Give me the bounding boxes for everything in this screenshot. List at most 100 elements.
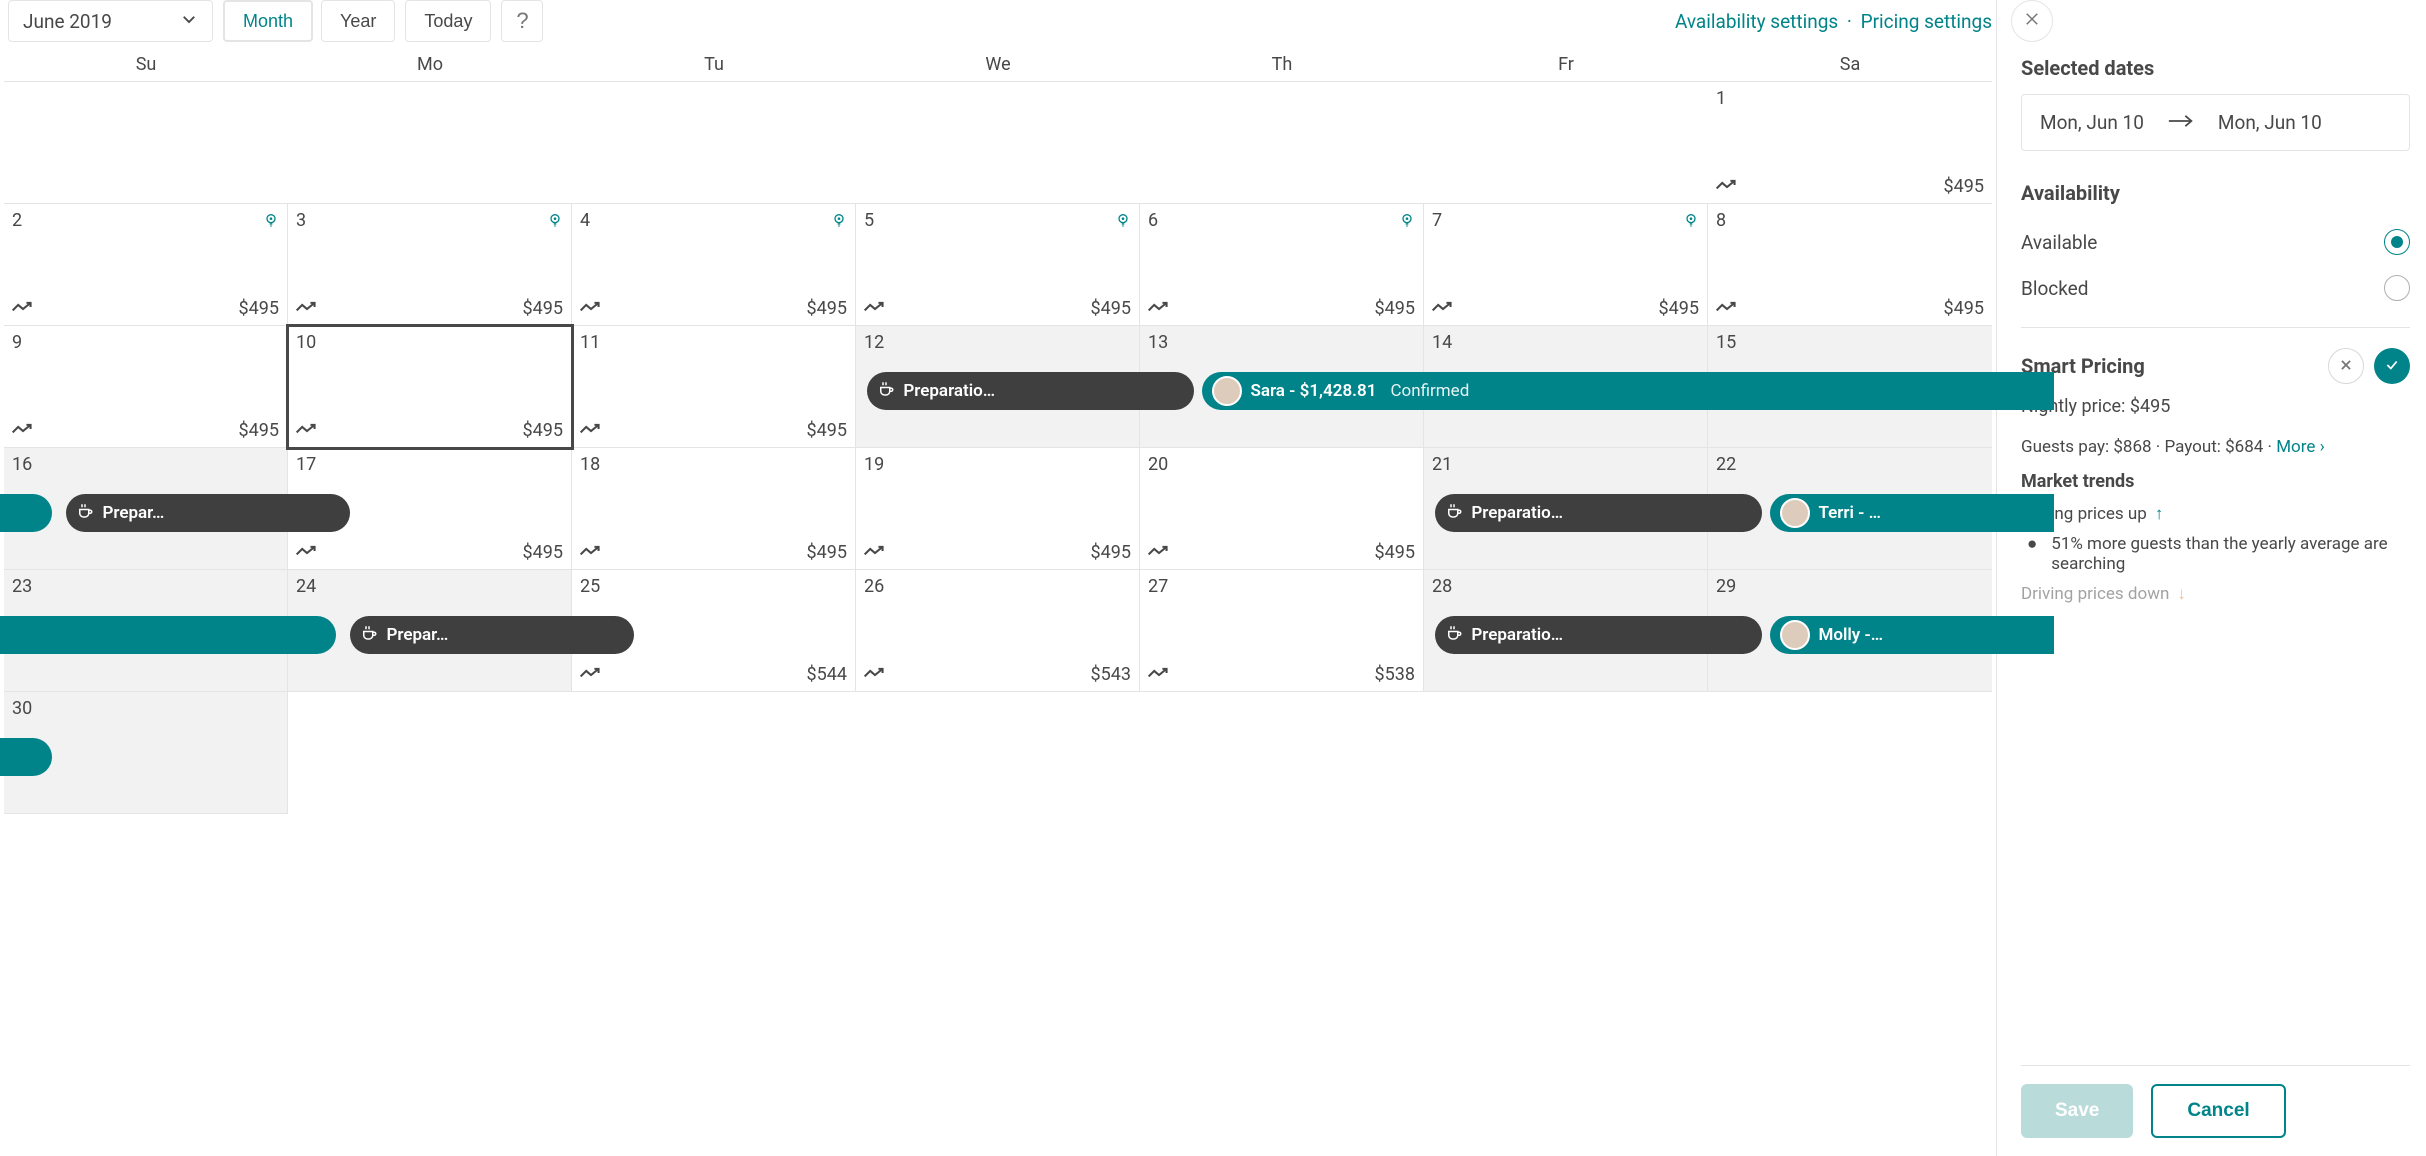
day-number: 30 — [12, 698, 32, 719]
trend-icon — [1148, 298, 1170, 319]
calendar-cell[interactable]: 8$495 — [1708, 204, 1992, 326]
smart-pricing-icon — [831, 212, 847, 233]
help-button[interactable]: ? — [501, 0, 543, 42]
close-button[interactable] — [2011, 0, 2053, 42]
day-number: 7 — [1432, 210, 1442, 231]
preparation-icon — [1445, 502, 1463, 525]
check-icon — [2385, 357, 2399, 376]
available-label: Available — [2021, 231, 2097, 254]
date-from: Mon, Jun 10 — [2040, 111, 2144, 134]
guest-avatar — [1780, 498, 1810, 528]
view-year-button[interactable]: Year — [321, 0, 395, 42]
price-row: $495 — [580, 542, 847, 563]
calendar-cell-empty — [1140, 82, 1424, 204]
preparation-pill[interactable]: Preparatio… — [1435, 494, 1762, 532]
pill-label: Preparatio… — [1471, 625, 1563, 645]
smart-pricing-icon — [547, 212, 563, 233]
preparation-pill[interactable]: Prepar… — [66, 494, 350, 532]
day-number: 18 — [580, 454, 600, 475]
calendar-cell[interactable]: 6$495 — [1140, 204, 1424, 326]
day-number: 20 — [1148, 454, 1168, 475]
reservation-pill[interactable] — [0, 616, 336, 654]
price-row: $495 — [296, 298, 563, 319]
calendar-cell[interactable]: 9$495 — [4, 326, 288, 448]
calendar-cell[interactable]: 2 $495 — [4, 204, 288, 326]
nightly-price: Nightly price: $495 — [2021, 396, 2410, 417]
calendar-cell[interactable]: 11$495 — [572, 326, 856, 448]
day-number: 13 — [1148, 332, 1168, 353]
trend-bullet-up: ● 51% more guests than the yearly averag… — [2021, 534, 2410, 574]
blocked-option[interactable]: Blocked — [2021, 265, 2410, 311]
calendar-cell[interactable]: 4 $495 — [572, 204, 856, 326]
settings-links: Availability settings · Pricing settings — [1675, 10, 1992, 33]
calendar-cell[interactable]: 20 $495 — [1140, 448, 1424, 570]
view-month-button[interactable]: Month — [223, 0, 313, 42]
day-number: 21 — [1432, 454, 1452, 475]
reservation-pill[interactable]: Sara - $1,428.81Confirmed — [1202, 372, 2054, 410]
price-value: $543 — [1091, 664, 1131, 685]
calendar-cell[interactable]: 18 $495 — [572, 448, 856, 570]
reservation-pill[interactable] — [0, 494, 52, 532]
pricing-settings-link[interactable]: Pricing settings — [1861, 10, 1992, 33]
smart-pricing-on-button[interactable] — [2374, 348, 2410, 384]
price-value: $495 — [1659, 298, 1699, 319]
calendar-cell[interactable]: 7 $495 — [1424, 204, 1708, 326]
month-selector[interactable]: June 2019 — [8, 0, 213, 42]
day-number: 2 — [12, 210, 22, 231]
price-row: $495 — [580, 298, 847, 319]
reservation-pill[interactable]: Terri - … — [1770, 494, 2054, 532]
chevron-right-icon: › — [2320, 437, 2325, 457]
available-option[interactable]: Available — [2021, 219, 2410, 265]
weekday-label: Tu — [572, 48, 856, 81]
calendar-cell[interactable]: 19$495 — [856, 448, 1140, 570]
calendar-cell[interactable]: 1$495 — [1708, 82, 1992, 204]
save-button[interactable]: Save — [2021, 1084, 2133, 1138]
trend-icon — [12, 298, 34, 319]
calendar-cell[interactable]: 10$495 — [288, 326, 572, 448]
today-button[interactable]: Today — [405, 0, 491, 42]
preparation-pill[interactable]: Preparatio… — [867, 372, 1194, 410]
cancel-button[interactable]: Cancel — [2151, 1084, 2285, 1138]
calendar-cell[interactable]: 27$538 — [1140, 570, 1424, 692]
preparation-pill[interactable]: Prepar… — [350, 616, 634, 654]
price-row: $495 — [1148, 542, 1415, 563]
reservation-pill[interactable]: Molly -… — [1770, 616, 2054, 654]
calendar-cell[interactable]: 3$495 — [288, 204, 572, 326]
day-number: 19 — [864, 454, 884, 475]
price-row: $495 — [1716, 298, 1984, 319]
smart-pricing-off-button[interactable] — [2328, 348, 2364, 384]
price-value: $495 — [523, 298, 563, 319]
trend-icon — [1148, 542, 1170, 563]
calendar-cell[interactable]: 26$543 — [856, 570, 1140, 692]
trend-icon — [864, 664, 886, 685]
trend-icon — [296, 420, 318, 441]
panel-footer: Save Cancel — [2021, 1065, 2410, 1138]
price-value: $544 — [807, 664, 847, 685]
reservation-pill[interactable] — [0, 738, 52, 776]
price-row: $543 — [864, 664, 1131, 685]
price-value: $495 — [239, 298, 279, 319]
calendar-cell[interactable]: 5$495 — [856, 204, 1140, 326]
day-number: 14 — [1432, 332, 1452, 353]
trend-icon — [1432, 298, 1454, 319]
weekday-label: Th — [1140, 48, 1424, 81]
pill-label: Preparatio… — [1471, 503, 1563, 523]
smart-pricing-icon — [1683, 212, 1699, 233]
arrow-down-icon: ↓ — [2177, 584, 2186, 604]
day-number: 25 — [580, 576, 600, 597]
calendar-cell-empty — [288, 82, 572, 204]
price-value: $495 — [807, 298, 847, 319]
availability-settings-link[interactable]: Availability settings — [1675, 10, 1838, 33]
calendar-cell-empty — [856, 82, 1140, 204]
preparation-pill[interactable]: Preparatio… — [1435, 616, 1762, 654]
market-trends-heading: Market trends — [2021, 471, 2410, 492]
payout: Payout: $684 — [2164, 437, 2263, 457]
date-range-input[interactable]: Mon, Jun 10 Mon, Jun 10 — [2021, 94, 2410, 151]
preparation-icon — [1445, 624, 1463, 647]
day-number: 10 — [296, 332, 316, 353]
more-link[interactable]: More › — [2276, 437, 2324, 457]
trend-icon — [296, 542, 318, 563]
day-number: 4 — [580, 210, 590, 231]
pill-label: Preparatio… — [903, 381, 995, 401]
calendar-grid: 1$4952$4953$4954$4955$4956$4957$4958$495… — [4, 82, 1992, 1156]
